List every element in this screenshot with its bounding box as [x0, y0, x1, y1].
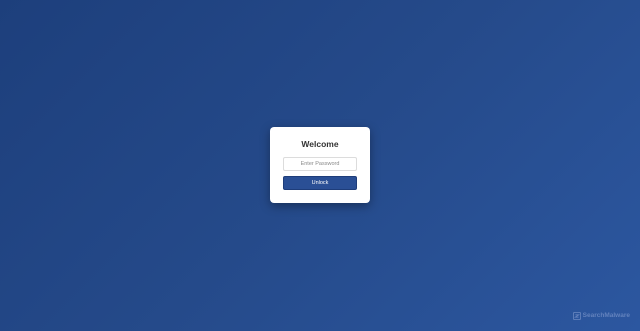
password-input[interactable] — [283, 157, 357, 171]
watermark-text: SearchMalware — [582, 312, 630, 319]
welcome-title: Welcome — [301, 139, 339, 149]
watermark: SearchMalware — [572, 311, 630, 321]
unlock-button[interactable]: Unlock — [283, 176, 357, 190]
sensor-malware-logo-icon — [572, 312, 581, 320]
login-card: Welcome Unlock — [270, 127, 370, 203]
